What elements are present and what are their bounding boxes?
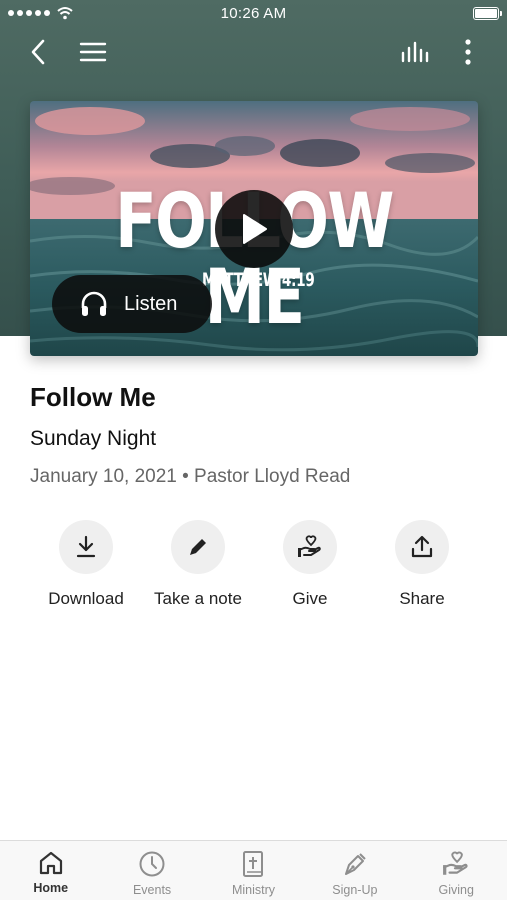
more-options-button[interactable] — [450, 36, 486, 68]
status-bar: 10:26 AM — [0, 0, 507, 28]
bible-icon — [243, 851, 264, 877]
pencil-icon — [190, 539, 206, 555]
listen-label: Listen — [124, 292, 178, 315]
give-action[interactable]: Give — [254, 520, 366, 609]
headphones-icon — [81, 291, 107, 316]
download-action[interactable]: Download — [30, 520, 142, 609]
chevron-left-icon — [31, 39, 45, 65]
listen-button[interactable]: Listen — [52, 275, 212, 333]
tab-home[interactable]: Home — [0, 841, 101, 900]
give-button[interactable] — [283, 520, 337, 574]
share-label: Share — [399, 589, 445, 608]
share-icon — [411, 535, 433, 558]
audio-bars-icon — [401, 41, 429, 63]
share-button[interactable] — [395, 520, 449, 574]
tab-ministry-label: Ministry — [231, 883, 275, 897]
artwork-subtitle: MATTHEW 4:19 — [202, 269, 315, 291]
download-button[interactable] — [59, 520, 113, 574]
sermon-series: Sunday Night — [30, 427, 157, 450]
menu-button[interactable] — [75, 36, 111, 68]
tab-giving-label: Giving — [438, 883, 474, 897]
battery-icon — [473, 7, 502, 20]
sermon-title: Follow Me — [30, 382, 156, 412]
back-button[interactable] — [20, 36, 56, 68]
tab-home-label: Home — [33, 881, 69, 895]
more-vertical-icon — [465, 39, 471, 65]
sermon-media-card[interactable]: FOLLOW ME MATTHEW 4:19 Listen — [30, 101, 478, 356]
take-note-action[interactable]: Take a note — [142, 520, 254, 609]
tab-sign-up-label: Sign-Up — [332, 883, 378, 897]
home-icon — [39, 851, 62, 875]
play-icon — [243, 214, 267, 244]
pen-icon — [344, 853, 366, 875]
tab-events-label: Events — [132, 883, 172, 897]
audio-levels-button[interactable] — [397, 36, 433, 68]
play-button[interactable] — [215, 190, 293, 268]
tab-bar: Home Events Ministry Sign-Up Giving — [0, 840, 507, 900]
tab-giving[interactable]: Giving — [406, 841, 507, 900]
clock-icon — [139, 851, 165, 877]
share-action[interactable]: Share — [366, 520, 478, 609]
hamburger-icon — [79, 42, 107, 62]
give-icon — [298, 535, 321, 557]
tab-ministry[interactable]: Ministry — [203, 841, 304, 900]
take-note-button[interactable] — [171, 520, 225, 574]
sermon-meta: January 10, 2021 • Pastor Lloyd Read — [30, 466, 351, 487]
tab-sign-up[interactable]: Sign-Up — [304, 841, 405, 900]
give-label: Give — [292, 589, 328, 608]
take-note-label: Take a note — [154, 589, 242, 608]
download-label: Download — [48, 589, 124, 608]
download-icon — [76, 535, 96, 558]
tab-events[interactable]: Events — [101, 841, 202, 900]
give-icon — [443, 851, 468, 875]
status-time: 10:26 AM — [220, 5, 287, 22]
